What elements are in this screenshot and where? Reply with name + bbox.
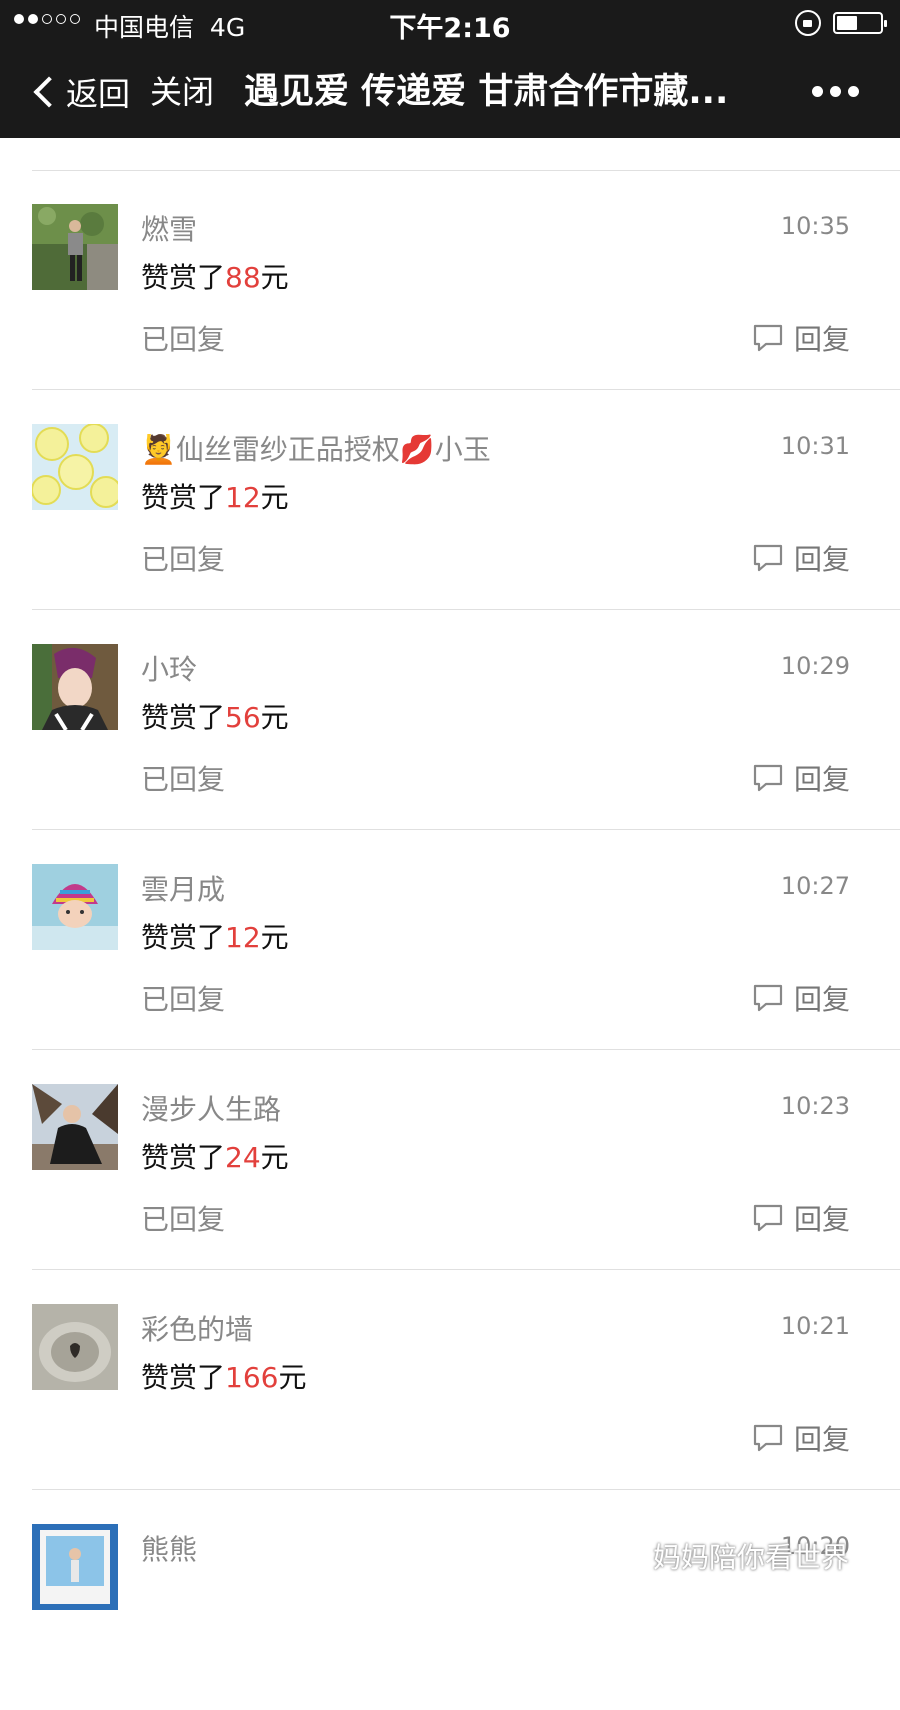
sender-name: 小玲 xyxy=(141,653,198,686)
nav-bar: 返回 关闭 遇见爱 传递爱 甘肃合作市藏... xyxy=(0,46,900,138)
list-item: 小玲 10:29 赞赏了56元 已回复 回复 xyxy=(0,610,900,830)
reward-text: 赞赏了12元 xyxy=(141,476,289,516)
wechat-icon xyxy=(605,1541,644,1570)
reward-time: 10:29 xyxy=(780,652,850,680)
replied-status: 已回复 xyxy=(141,983,226,1016)
reward-prefix: 赞赏了 xyxy=(141,1141,226,1174)
more-options-button[interactable] xyxy=(812,86,859,97)
reply-button[interactable]: 回复 xyxy=(752,318,850,358)
reward-time: 10:21 xyxy=(780,1312,850,1340)
reward-prefix: 赞赏了 xyxy=(141,1361,226,1394)
avatar[interactable] xyxy=(32,1524,118,1610)
replied-status: 已回复 xyxy=(141,763,226,796)
reward-amount: 56 xyxy=(225,701,261,734)
status-time: 下午2:16 xyxy=(389,13,511,44)
avatar[interactable] xyxy=(32,1084,118,1170)
status-bar: 中国电信 4G 下午2:16 xyxy=(0,0,900,46)
reward-time: 10:23 xyxy=(780,1092,850,1120)
avatar[interactable] xyxy=(32,644,118,730)
reward-time: 10:31 xyxy=(780,432,850,460)
avatar[interactable] xyxy=(32,864,118,950)
list-item: 彩色的墙 10:21 赞赏了166元 回复 xyxy=(0,1270,900,1490)
reward-text: 赞赏了24元 xyxy=(141,1136,289,1176)
reward-text: 赞赏了166元 xyxy=(141,1356,306,1396)
reward-text: 赞赏了88元 xyxy=(141,256,289,296)
sender-name: 雲月成 xyxy=(141,873,226,906)
reward-unit: 元 xyxy=(260,481,289,514)
list-item: 雲月成 10:27 赞赏了12元 已回复 回复 xyxy=(0,830,900,1050)
reward-prefix: 赞赏了 xyxy=(141,701,226,734)
sender-name: 彩色的墙 xyxy=(141,1313,254,1346)
avatar[interactable] xyxy=(32,1304,118,1390)
comment-icon xyxy=(753,1424,783,1452)
reply-button[interactable]: 回复 xyxy=(752,538,850,578)
reward-time: 10:27 xyxy=(780,872,850,900)
avatar[interactable] xyxy=(32,204,118,290)
person-emoji-icon: 💆 xyxy=(141,433,176,466)
reward-unit: 元 xyxy=(260,1141,289,1174)
reward-unit: 元 xyxy=(260,701,289,734)
rotation-lock-icon xyxy=(795,10,821,36)
reward-text: 赞赏了56元 xyxy=(141,696,289,736)
reply-button[interactable]: 回复 xyxy=(752,978,850,1018)
kiss-emoji-icon: 💋 xyxy=(399,433,435,466)
comment-icon xyxy=(753,544,783,572)
sender-name: 💆仙丝雷纱正品授权💋小玉 xyxy=(141,428,491,468)
reward-amount: 12 xyxy=(225,921,261,954)
comment-icon xyxy=(753,764,783,792)
replied-status: 已回复 xyxy=(141,1203,226,1236)
comment-icon xyxy=(753,324,783,352)
watermark-text: 妈妈陪你看世界 xyxy=(653,1541,850,1574)
page-title: 遇见爱 传递爱 甘肃合作市藏... xyxy=(244,72,729,112)
reward-unit: 元 xyxy=(260,921,289,954)
reward-time: 10:35 xyxy=(780,212,850,240)
reward-prefix: 赞赏了 xyxy=(141,261,226,294)
list-item: 熊熊 10:20 xyxy=(0,1490,900,1710)
replied-status: 已回复 xyxy=(141,323,226,356)
list-item: 燃雪 10:35 赞赏了88元 已回复 回复 xyxy=(0,170,900,390)
reply-label: 回复 xyxy=(793,763,850,796)
back-button[interactable]: 返回 xyxy=(30,46,130,138)
sender-name: 燃雪 xyxy=(141,213,198,246)
reward-amount: 88 xyxy=(225,261,261,294)
reward-text: 赞赏了12元 xyxy=(141,916,289,956)
comment-icon xyxy=(753,1204,783,1232)
avatar[interactable] xyxy=(32,424,118,510)
reward-unit: 元 xyxy=(260,261,289,294)
comment-icon xyxy=(753,984,783,1012)
reward-amount: 12 xyxy=(225,481,261,514)
reward-amount: 166 xyxy=(225,1361,279,1394)
back-label: 返回 xyxy=(66,75,131,113)
reply-label: 回复 xyxy=(793,543,850,576)
sender-name-suffix: 小玉 xyxy=(434,433,491,466)
reply-label: 回复 xyxy=(793,983,850,1016)
sender-name-text: 仙丝雷纱正品授权 xyxy=(175,433,400,466)
battery-icon xyxy=(833,12,887,34)
watermark: 妈妈陪你看世界 xyxy=(605,1536,849,1576)
list-item: 漫步人生路 10:23 赞赏了24元 已回复 回复 xyxy=(0,1050,900,1270)
top-bar: 中国电信 4G 下午2:16 返回 关闭 遇见爱 传递爱 甘肃合作市藏... xyxy=(0,0,900,138)
reply-button[interactable]: 回复 xyxy=(752,758,850,798)
reward-unit: 元 xyxy=(278,1361,307,1394)
reply-button[interactable]: 回复 xyxy=(752,1418,850,1458)
reply-button[interactable]: 回复 xyxy=(752,1198,850,1238)
replied-status: 已回复 xyxy=(141,543,226,576)
reward-prefix: 赞赏了 xyxy=(141,921,226,954)
close-button[interactable]: 关闭 xyxy=(150,46,214,138)
list-item: 💆仙丝雷纱正品授权💋小玉 10:31 赞赏了12元 已回复 回复 xyxy=(0,390,900,610)
reply-label: 回复 xyxy=(793,1203,850,1236)
chevron-left-icon xyxy=(33,76,65,108)
sender-name: 漫步人生路 xyxy=(141,1093,282,1126)
reward-amount: 24 xyxy=(225,1141,261,1174)
sender-name: 熊熊 xyxy=(141,1533,198,1566)
reply-label: 回复 xyxy=(793,1423,850,1456)
reply-label: 回复 xyxy=(793,323,850,356)
reward-prefix: 赞赏了 xyxy=(141,481,226,514)
